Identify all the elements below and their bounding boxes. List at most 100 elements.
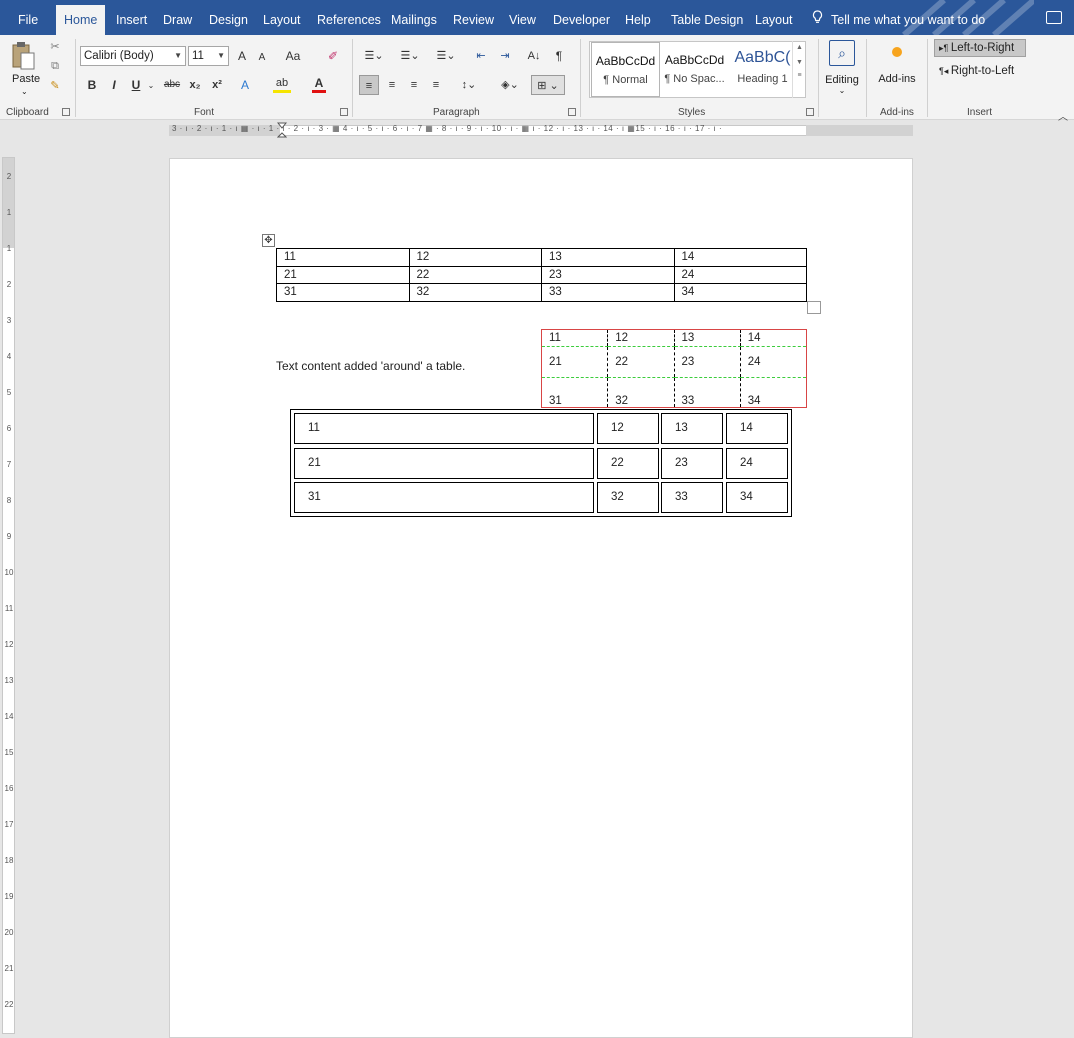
table-cell[interactable]: 33: [541, 283, 675, 302]
horizontal-ruler[interactable]: 3 · ı · 2 · ı · 1 · ı ▦ · ı · 1 · ı · 2 …: [0, 121, 1074, 139]
change-case-button[interactable]: Aa: [282, 46, 304, 66]
tab-mailings[interactable]: Mailings: [391, 0, 437, 35]
highlight-button[interactable]: ab: [273, 75, 291, 93]
numbering-icon[interactable]: ☰⌄: [397, 46, 423, 66]
justify-icon[interactable]: ≡: [428, 75, 444, 95]
tab-developer[interactable]: Developer: [553, 0, 610, 35]
table-cell[interactable]: 12: [607, 329, 674, 347]
table-cell[interactable]: 23: [661, 448, 723, 479]
table-cell[interactable]: 23: [541, 265, 675, 284]
tab-review[interactable]: Review: [453, 0, 494, 35]
table-cell[interactable]: 14: [726, 413, 788, 444]
table-cell[interactable]: 32: [597, 482, 659, 513]
comments-icon[interactable]: [1046, 11, 1062, 24]
table-1[interactable]: 11 12 13 14 21 22 23 24 31 32 33 34: [276, 248, 807, 302]
table-cell[interactable]: 32: [408, 283, 542, 302]
table-cell[interactable]: 22: [597, 448, 659, 479]
paragraph-launcher-icon[interactable]: [568, 108, 576, 116]
strikethrough-button[interactable]: abc: [163, 75, 181, 95]
table-cell[interactable]: 34: [726, 482, 788, 513]
italic-button[interactable]: I: [108, 75, 120, 95]
tab-references[interactable]: References: [317, 0, 381, 35]
table-cell[interactable]: 12: [597, 413, 659, 444]
right-to-left-button[interactable]: ¶◂ Right-to-Left: [934, 63, 1014, 81]
font-name-combo[interactable]: Calibri (Body) ▼: [80, 46, 186, 66]
font-color-button[interactable]: A: [312, 75, 326, 93]
table-cell[interactable]: 11: [294, 413, 594, 444]
line-spacing-icon[interactable]: ↕⌄: [455, 75, 483, 95]
table-cell[interactable]: 14: [673, 248, 807, 267]
table-cell[interactable]: 23: [673, 346, 741, 378]
format-painter-icon[interactable]: ✎: [49, 80, 61, 92]
styles-launcher-icon[interactable]: [806, 108, 814, 116]
table-cell[interactable]: 31: [542, 378, 608, 408]
table-cell[interactable]: 21: [276, 265, 410, 284]
font-launcher-icon[interactable]: [340, 108, 348, 116]
table-cell[interactable]: 21: [541, 346, 608, 378]
tab-table-design[interactable]: Table Design: [671, 0, 743, 35]
table-cell[interactable]: 22: [408, 265, 542, 284]
paste-dropdown-icon[interactable]: ⌄: [21, 87, 28, 96]
table-cell[interactable]: 24: [739, 346, 807, 378]
table-cell[interactable]: 32: [607, 377, 674, 408]
addins-button[interactable]: Add-ins: [874, 47, 920, 85]
table-cell[interactable]: 11: [541, 329, 608, 347]
tab-file[interactable]: File: [18, 0, 38, 35]
table-2-floating[interactable]: 11 12 13 14 21 22 23 24 31 32 33 34: [541, 329, 807, 408]
indent-marker-icon[interactable]: [277, 122, 287, 140]
shrink-font-button[interactable]: A: [256, 48, 268, 68]
underline-button[interactable]: U: [130, 75, 142, 95]
table-cell[interactable]: 33: [661, 482, 723, 513]
chevron-down-icon[interactable]: ▼: [793, 59, 806, 66]
style-heading-1[interactable]: AaBbC( Heading 1: [728, 42, 797, 97]
left-to-right-button[interactable]: ▸¶ Left-to-Right: [934, 39, 1026, 57]
copy-icon[interactable]: ⧉: [49, 60, 61, 72]
tab-insert[interactable]: Insert: [116, 0, 147, 35]
font-size-combo[interactable]: 11 ▼: [188, 46, 229, 66]
table-cell[interactable]: 31: [276, 283, 410, 302]
tab-layout[interactable]: Layout: [263, 0, 301, 35]
table-move-handle-icon[interactable]: ✥: [262, 234, 275, 247]
clipboard-launcher-icon[interactable]: [62, 108, 70, 116]
table-3-spaced[interactable]: 11 12 13 14 21 22 23 24 31 32 33 34: [290, 409, 792, 517]
chevron-down-icon[interactable]: ⌄: [146, 76, 156, 96]
table-cell[interactable]: 21: [294, 448, 594, 479]
chevron-down-icon[interactable]: ▼: [174, 47, 182, 65]
table-cell[interactable]: 24: [673, 265, 807, 284]
table-cell[interactable]: 11: [276, 248, 410, 267]
paste-label[interactable]: Paste: [12, 73, 40, 85]
grow-font-button[interactable]: A: [235, 46, 249, 66]
bold-button[interactable]: B: [86, 75, 98, 95]
table-cell[interactable]: 13: [661, 413, 723, 444]
decrease-indent-icon[interactable]: ⇤: [473, 46, 489, 66]
editing-button[interactable]: ⌕ Editing ⌄: [822, 40, 862, 95]
chevron-down-icon[interactable]: ▼: [217, 47, 225, 65]
chevron-up-icon[interactable]: ▲: [793, 44, 806, 51]
table-resize-handle[interactable]: [807, 301, 821, 314]
table-cell[interactable]: 33: [673, 377, 741, 408]
multilevel-list-icon[interactable]: ☰⌄: [433, 46, 459, 66]
text-effects-button[interactable]: A: [238, 75, 252, 95]
align-right-icon[interactable]: ≡: [406, 75, 422, 95]
superscript-button[interactable]: x²: [209, 75, 225, 95]
borders-icon[interactable]: ⊞ ⌄: [531, 75, 565, 95]
style-no-spacing[interactable]: AaBbCcDd ¶ No Spac...: [660, 42, 729, 97]
shading-icon[interactable]: ◈⌄: [496, 75, 524, 95]
paste-icon[interactable]: [11, 41, 37, 71]
table-cell[interactable]: 24: [726, 448, 788, 479]
table-cell[interactable]: 31: [294, 482, 594, 513]
table-cell[interactable]: 13: [673, 329, 741, 347]
subscript-button[interactable]: x₂: [187, 75, 203, 95]
clear-formatting-icon[interactable]: ✐: [325, 46, 341, 66]
tab-design[interactable]: Design: [209, 0, 248, 35]
document-page[interactable]: ✥ 11 12 13 14 21 22 23 24 31 32 33 34 Te…: [169, 158, 913, 1038]
bullets-icon[interactable]: ☰⌄: [361, 46, 387, 66]
table-cell[interactable]: 34: [739, 377, 807, 408]
table-cell[interactable]: 22: [607, 346, 674, 378]
align-left-icon[interactable]: ≡: [359, 75, 379, 95]
increase-indent-icon[interactable]: ⇥: [497, 46, 513, 66]
more-styles-icon[interactable]: ≡: [793, 72, 806, 79]
tab-help[interactable]: Help: [625, 0, 651, 35]
tab-draw[interactable]: Draw: [163, 0, 192, 35]
tab-home[interactable]: Home: [56, 5, 106, 35]
